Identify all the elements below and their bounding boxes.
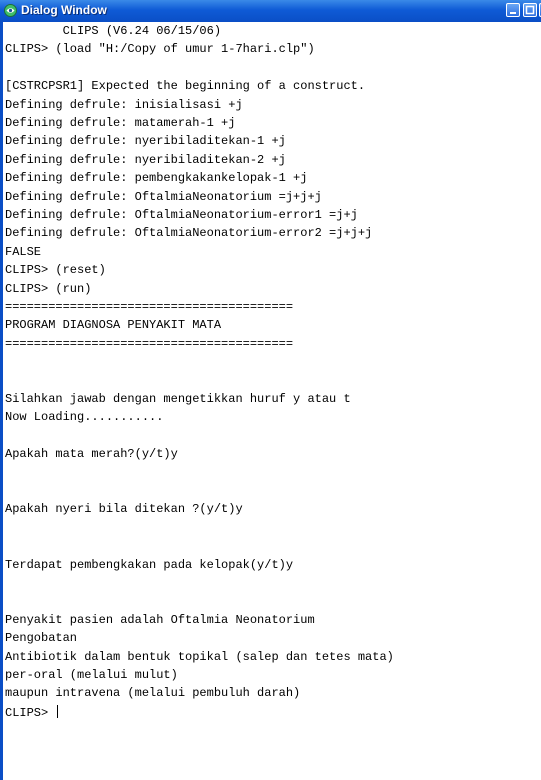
console-line: Apakah mata merah?(y/t)y xyxy=(5,447,178,462)
console-line: Penyakit pasien adalah Oftalmia Neonator… xyxy=(5,612,315,627)
console-line: ======================================== xyxy=(5,336,294,351)
console-line: Defining defrule: matamerah-1 +j xyxy=(5,116,236,130)
prompt-text: CLIPS> xyxy=(5,705,56,720)
console-line: Defining defrule: nyeribiladitekan-1 +j xyxy=(5,134,286,149)
console-line: CLIPS> (run) xyxy=(5,281,92,296)
console-line: PROGRAM DIAGNOSA PENYAKIT MATA xyxy=(5,318,222,333)
maximize-icon xyxy=(525,5,535,15)
text-cursor xyxy=(57,704,59,718)
minimize-button[interactable] xyxy=(506,3,520,17)
console-line: Defining defrule: OftalmiaNeonatorium-er… xyxy=(5,226,373,241)
console-line: Defining defrule: inisialisasi +j xyxy=(5,97,243,112)
console-line: CLIPS> (load "H:/Copy of umur 1-7hari.cl… xyxy=(5,42,315,57)
console-line: Defining defrule: pembengkakankelopak-1 … xyxy=(5,171,308,186)
console-line: Antibiotik dalam bentuk topikal (salep d… xyxy=(5,649,394,664)
console-line: Defining defrule: nyeribiladitekan-2 +j xyxy=(5,152,286,167)
dialog-window: Dialog Window CLIPS (V6.24 06/15/06) CLIP… xyxy=(0,0,541,780)
command-prompt[interactable]: CLIPS> xyxy=(5,704,59,720)
maximize-button[interactable] xyxy=(523,3,537,17)
app-icon xyxy=(4,4,17,17)
console-line: per-oral (melalui mulut) xyxy=(5,668,178,682)
console-line: Defining defrule: OftalmiaNeonatorium-er… xyxy=(5,208,358,222)
console-line: ======================================== xyxy=(5,300,294,314)
console-line: Terdapat pembengkakan pada kelopak(y/t)y xyxy=(5,557,294,572)
console-line: [CSTRCPSR1] Expected the beginning of a … xyxy=(5,79,366,94)
console-line: CLIPS> (reset) xyxy=(5,263,106,278)
window-title: Dialog Window xyxy=(21,3,107,17)
console-line: Apakah nyeri bila ditekan ?(y/t)y xyxy=(5,502,243,517)
console-line: Pengobatan xyxy=(5,631,78,646)
console-line: maupun intravena (melalui pembuluh darah… xyxy=(5,686,301,701)
console-line: Silahkan jawab dengan mengetikkan huruf … xyxy=(5,392,351,406)
title-bar[interactable]: Dialog Window xyxy=(0,0,541,22)
console-line: FALSE xyxy=(5,244,42,259)
console-line: Now Loading........... xyxy=(5,410,164,425)
console-output[interactable]: CLIPS (V6.24 06/15/06) CLIPS> (load "H:/C… xyxy=(3,22,541,780)
console-line: Defining defrule: OftalmiaNeonatorium =j… xyxy=(5,189,322,204)
minimize-icon xyxy=(510,12,516,14)
console-line: CLIPS (V6.24 06/15/06) xyxy=(5,24,222,38)
